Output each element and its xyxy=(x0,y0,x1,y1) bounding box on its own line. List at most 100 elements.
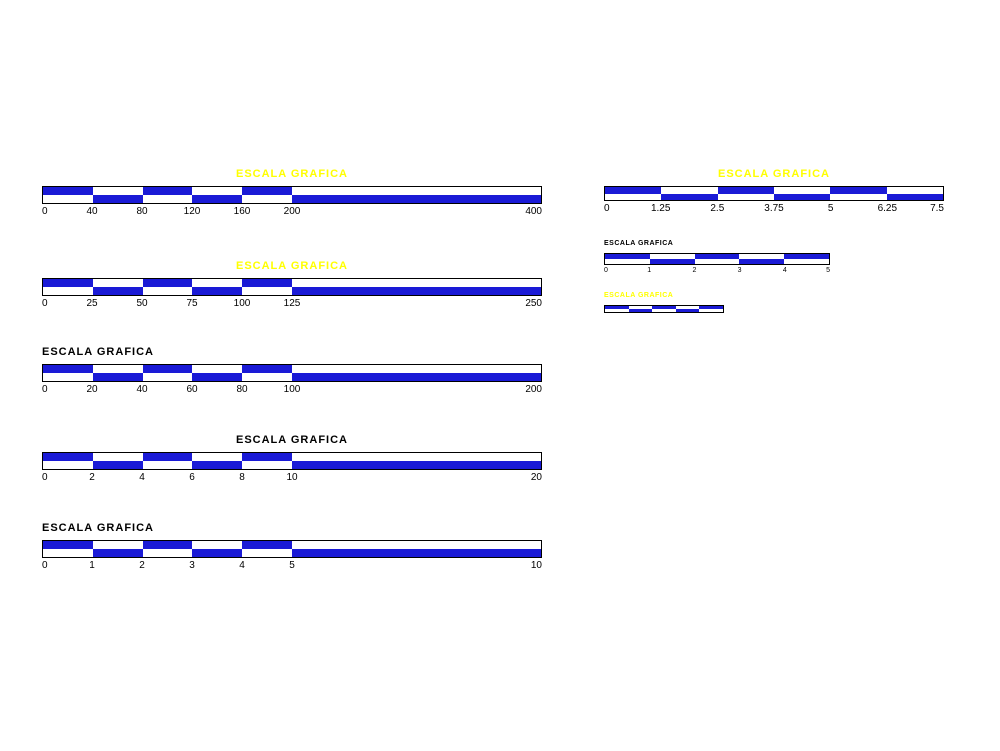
scale-ticks: 01.252.53.7556.257.5 xyxy=(604,203,944,217)
scale-ticks: 024681020 xyxy=(42,472,542,486)
scale-bar xyxy=(42,278,542,296)
scale-segment xyxy=(292,373,541,381)
scale-segment xyxy=(661,194,717,201)
scale-bar xyxy=(604,305,724,313)
scale-segment xyxy=(650,259,695,264)
scale-segment xyxy=(93,541,143,549)
scale-segment xyxy=(143,461,193,469)
scale-segment xyxy=(676,309,700,312)
tick-label: 2 xyxy=(89,472,95,483)
scale-s7_5: ESCALA GRAFICA01.252.53.7556.257.5 xyxy=(604,168,944,217)
scale-segment xyxy=(242,453,292,461)
tick-label: 6.25 xyxy=(878,203,897,214)
scale-bar xyxy=(42,364,542,382)
scale-segment xyxy=(718,194,774,201)
scale-segment xyxy=(43,373,93,381)
tick-label: 0 xyxy=(42,298,48,309)
tick-label: 0 xyxy=(42,472,48,483)
scale-segment xyxy=(242,461,292,469)
scale-title: ESCALA GRAFICA xyxy=(604,292,724,299)
scale-segment xyxy=(192,279,242,287)
scale-s250: ESCALA GRAFICA0255075100125250 xyxy=(42,260,542,312)
scale-bar-bottom-row xyxy=(43,549,541,557)
scale-segment xyxy=(192,461,242,469)
scale-segment xyxy=(43,279,93,287)
tick-label: 60 xyxy=(186,384,197,395)
scale-segment xyxy=(143,453,193,461)
scale-segment xyxy=(192,365,242,373)
scale-segment xyxy=(93,279,143,287)
tick-label: 100 xyxy=(234,298,251,309)
scale-bar-top-row xyxy=(43,365,541,373)
scale-bar-bottom-row xyxy=(43,195,541,203)
scale-segment xyxy=(242,279,292,287)
tick-label: 8 xyxy=(239,472,245,483)
scale-segment xyxy=(887,194,943,201)
scale-title: ESCALA GRAFICA xyxy=(604,168,944,180)
tick-label: 125 xyxy=(284,298,301,309)
scale-segment xyxy=(292,279,541,287)
scale-segment xyxy=(292,187,541,195)
scale-s10: ESCALA GRAFICA01234510 xyxy=(42,522,542,574)
scale-segment xyxy=(739,259,784,264)
scale-bar-top-row xyxy=(43,187,541,195)
scale-bar-bottom-row xyxy=(43,461,541,469)
scale-segment xyxy=(43,453,93,461)
tick-label: 100 xyxy=(284,384,301,395)
tick-label: 7.5 xyxy=(930,203,944,214)
scale-segment xyxy=(143,279,193,287)
scale-segment xyxy=(192,195,242,203)
scale-segment xyxy=(43,365,93,373)
scale-segment xyxy=(43,287,93,295)
tick-label: 2 xyxy=(692,267,696,274)
scale-bar-top-row xyxy=(43,453,541,461)
scale-segment xyxy=(43,549,93,557)
scale-title: ESCALA GRAFICA xyxy=(604,240,830,247)
scale-segment xyxy=(93,287,143,295)
tick-label: 4 xyxy=(139,472,145,483)
scale-segment xyxy=(192,541,242,549)
scale-segment xyxy=(605,259,650,264)
tick-label: 25 xyxy=(86,298,97,309)
scale-bar xyxy=(604,253,830,265)
scale-segment xyxy=(43,461,93,469)
scale-segment xyxy=(774,194,830,201)
scale-ticks: 020406080100200 xyxy=(42,384,542,398)
scale-bar-bottom-row xyxy=(43,287,541,295)
scale-segment xyxy=(192,549,242,557)
tick-label: 6 xyxy=(189,472,195,483)
scale-bar-bottom-row xyxy=(605,194,943,201)
scale-title: ESCALA GRAFICA xyxy=(42,168,542,180)
scale-title: ESCALA GRAFICA xyxy=(42,260,542,272)
tick-label: 2.5 xyxy=(710,203,724,214)
scale-segment xyxy=(292,453,541,461)
scale-segment xyxy=(695,259,740,264)
scale-s_tiny: ESCALA GRAFICA xyxy=(604,292,724,313)
scale-segment xyxy=(652,309,676,312)
scale-segment xyxy=(143,365,193,373)
scale-segment xyxy=(43,187,93,195)
scale-segment xyxy=(93,453,143,461)
tick-label: 0 xyxy=(604,203,610,214)
scale-bar-bottom-row xyxy=(605,309,723,312)
tick-label: 10 xyxy=(531,560,542,571)
scale-s400: ESCALA GRAFICA04080120160200400 xyxy=(42,168,542,220)
tick-label: 20 xyxy=(86,384,97,395)
tick-label: 40 xyxy=(86,206,97,217)
tick-label: 200 xyxy=(284,206,301,217)
scale-segment xyxy=(143,549,193,557)
scale-segment xyxy=(292,195,541,203)
scale-title: ESCALA GRAFICA xyxy=(42,434,542,446)
scale-segment xyxy=(192,287,242,295)
tick-label: 120 xyxy=(184,206,201,217)
scale-title: ESCALA GRAFICA xyxy=(42,346,542,358)
scale-segment xyxy=(699,309,723,312)
tick-label: 160 xyxy=(234,206,251,217)
tick-label: 400 xyxy=(525,206,542,217)
scale-s20: ESCALA GRAFICA024681020 xyxy=(42,434,542,486)
scale-segment xyxy=(242,549,292,557)
scale-segment xyxy=(143,195,193,203)
scale-title: ESCALA GRAFICA xyxy=(42,522,542,534)
scale-segment xyxy=(143,187,193,195)
scale-segment xyxy=(93,549,143,557)
